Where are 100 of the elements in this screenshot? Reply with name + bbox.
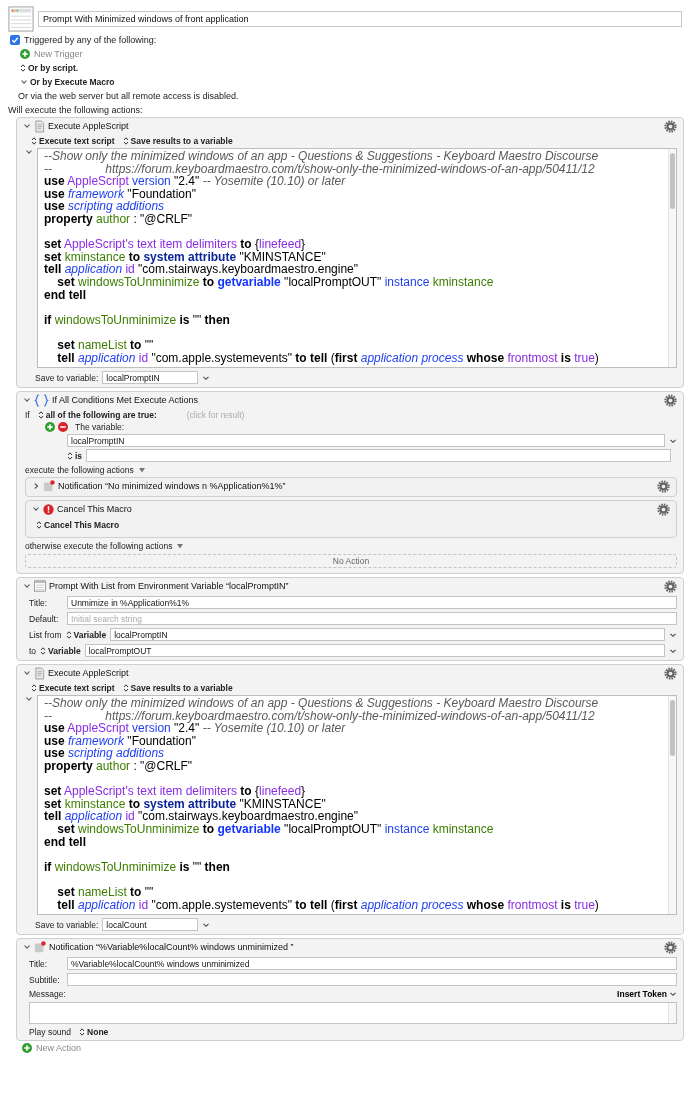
no-action-placeholder[interactable]: No Action xyxy=(25,554,677,568)
code-line: -- https://forum.keyboardmaestro.com/t/show-only-the-minimized-windows-of-an-app/50411/12 xyxy=(44,162,596,176)
insert-token-menu[interactable]: Insert Token xyxy=(617,989,677,999)
message-field[interactable] xyxy=(29,1002,677,1024)
default-field[interactable]: Initial search string xyxy=(67,612,677,625)
code-line: -- https://forum.keyboardmaestro.com/t/show-only-the-minimized-windows-of-an-app/50411/12 xyxy=(44,709,596,723)
chevron-down-icon[interactable] xyxy=(32,505,40,513)
trigger-heading: Triggered by any of the following: xyxy=(24,35,157,45)
title-field[interactable]: Unmimize in %Application%1% xyxy=(67,596,677,609)
dropdown-caret-icon[interactable] xyxy=(669,990,677,998)
variable-field[interactable]: localPromptOUT xyxy=(84,644,665,657)
sound-popup[interactable]: None xyxy=(79,1027,109,1037)
new-action-button[interactable]: New Action xyxy=(22,1043,82,1053)
chevron-down-icon[interactable] xyxy=(23,396,31,404)
operator-popup[interactable]: is xyxy=(67,450,83,461)
subtitle-field[interactable] xyxy=(67,973,677,986)
settings-gear-icon[interactable] xyxy=(664,579,677,593)
triangle-down-icon[interactable] xyxy=(176,542,185,550)
script-source-popup[interactable]: Execute text script xyxy=(31,136,115,146)
chevron-down-icon[interactable] xyxy=(23,943,31,951)
field-label: Play sound xyxy=(29,1027,72,1037)
up-down-arrows-icon xyxy=(65,629,72,640)
trigger-option-popup[interactable]: Or by script. xyxy=(20,63,79,73)
condition-label: The variable: xyxy=(75,422,125,432)
settings-gear-icon[interactable] xyxy=(664,393,677,407)
action-title: Execute AppleScript xyxy=(48,668,129,678)
up-down-arrows-icon xyxy=(122,683,129,693)
action-title: Notification “%Variable%localCount% windows unminimized ” xyxy=(49,942,294,952)
script-editor[interactable] xyxy=(37,695,677,915)
chevron-down-icon[interactable] xyxy=(23,669,31,677)
section-label: execute the following actions xyxy=(25,465,134,475)
chevron-down-icon[interactable] xyxy=(23,582,31,590)
settings-gear-icon[interactable] xyxy=(664,119,677,133)
script-source-popup[interactable]: Execute text script xyxy=(31,683,115,693)
stop-alert-icon xyxy=(43,503,54,515)
source-type-popup[interactable]: Variable xyxy=(65,629,107,640)
match-popup[interactable]: all of the following are true: xyxy=(37,410,157,420)
code-line: tell application id "com.apple.systemevents" to tell (first application process whose frontmost is true) xyxy=(56,898,600,912)
settings-gear-icon[interactable] xyxy=(657,502,670,516)
result-popup[interactable]: Save results to a variable xyxy=(122,683,233,693)
checkbox[interactable] xyxy=(10,35,20,45)
code-line: set nameList to "" xyxy=(56,885,155,899)
code-line: use AppleScript version "2.4" -- Yosemite (10.10) or later xyxy=(44,175,346,188)
code-line: set kminstance to system attribute "KMINSTANCE" xyxy=(44,797,326,811)
notification-icon xyxy=(34,941,46,953)
chevron-down-icon[interactable] xyxy=(23,122,31,130)
up-down-arrows-icon xyxy=(20,63,26,73)
chevron-right-icon[interactable] xyxy=(32,482,40,490)
settings-gear-icon[interactable] xyxy=(664,940,677,954)
code-line: set windowsToUnminimize to getvariable "localPromptOUT" instance kminstance xyxy=(56,275,495,289)
trigger-option-toggle[interactable]: Or by Execute Macro xyxy=(20,77,115,87)
up-down-arrows-icon xyxy=(122,136,129,146)
add-icon[interactable] xyxy=(45,422,55,432)
scrollbar[interactable] xyxy=(668,149,676,367)
result-hint: (click for result) xyxy=(186,410,245,420)
settings-gear-icon[interactable] xyxy=(664,666,677,680)
remove-icon[interactable] xyxy=(58,422,68,432)
code-line: end tell xyxy=(44,288,87,302)
script-document-icon xyxy=(34,666,45,680)
chevron-down-icon[interactable] xyxy=(25,695,33,703)
variable-field[interactable]: localPromptIN xyxy=(102,371,199,384)
up-down-arrows-icon xyxy=(40,645,47,656)
code-line: property author : "@CRLF" xyxy=(44,212,194,226)
result-popup[interactable]: Save results to a variable xyxy=(122,136,233,146)
code-line: use framework "Foundation" xyxy=(44,734,197,748)
variable-field[interactable]: localCount xyxy=(102,918,199,931)
value-field[interactable] xyxy=(86,449,671,462)
new-trigger-button[interactable]: New Trigger xyxy=(20,49,83,59)
actions-heading: Will execute the following actions: xyxy=(8,105,143,115)
field-label: Save to variable: xyxy=(35,372,99,383)
action-title: Notification “No minimized windows n %Application%1%” xyxy=(58,481,286,491)
up-down-arrows-icon xyxy=(37,410,44,420)
action-title: Prompt With List from Environment Variable “localPromptIN” xyxy=(49,581,289,591)
action-title: Execute AppleScript xyxy=(48,121,129,131)
cancel-popup[interactable]: Cancel This Macro xyxy=(36,520,120,530)
scrollbar[interactable] xyxy=(668,696,676,914)
chevron-down-icon[interactable] xyxy=(20,78,28,86)
macro-name-field[interactable]: Prompt With Minimized windows of front application xyxy=(38,11,682,27)
code-line: set AppleScript's text item delimiters to {linefeed} xyxy=(44,238,307,251)
action-title: Cancel This Macro xyxy=(57,504,132,514)
up-down-arrows-icon xyxy=(67,450,73,461)
variable-field[interactable]: localPromptIN xyxy=(110,628,665,641)
add-icon[interactable] xyxy=(20,49,30,59)
code-line: set kminstance to system attribute "KMINSTANCE" xyxy=(44,250,326,264)
window-icon xyxy=(8,6,34,32)
title-field[interactable]: %Variable%localCount% windows unminimized xyxy=(67,957,677,970)
triangle-down-icon[interactable] xyxy=(137,466,146,474)
script-editor[interactable] xyxy=(37,148,677,368)
up-down-arrows-icon xyxy=(79,1027,86,1037)
target-type-popup[interactable]: Variable xyxy=(40,645,81,656)
code-line: tell application id "com.apple.systemevents" to tell (first application process whose frontmost is true) xyxy=(56,351,600,365)
variable-field[interactable]: localPromptIN xyxy=(67,434,665,447)
section-label: otherwise execute the following actions xyxy=(25,541,173,551)
chevron-down-icon[interactable] xyxy=(25,148,33,156)
settings-gear-icon[interactable] xyxy=(657,479,670,493)
field-label: Subtitle: xyxy=(29,974,61,985)
add-icon[interactable] xyxy=(22,1043,32,1053)
field-label: Save to variable: xyxy=(35,919,99,930)
code-line: use framework "Foundation" xyxy=(44,187,197,201)
up-down-arrows-icon xyxy=(31,683,37,693)
